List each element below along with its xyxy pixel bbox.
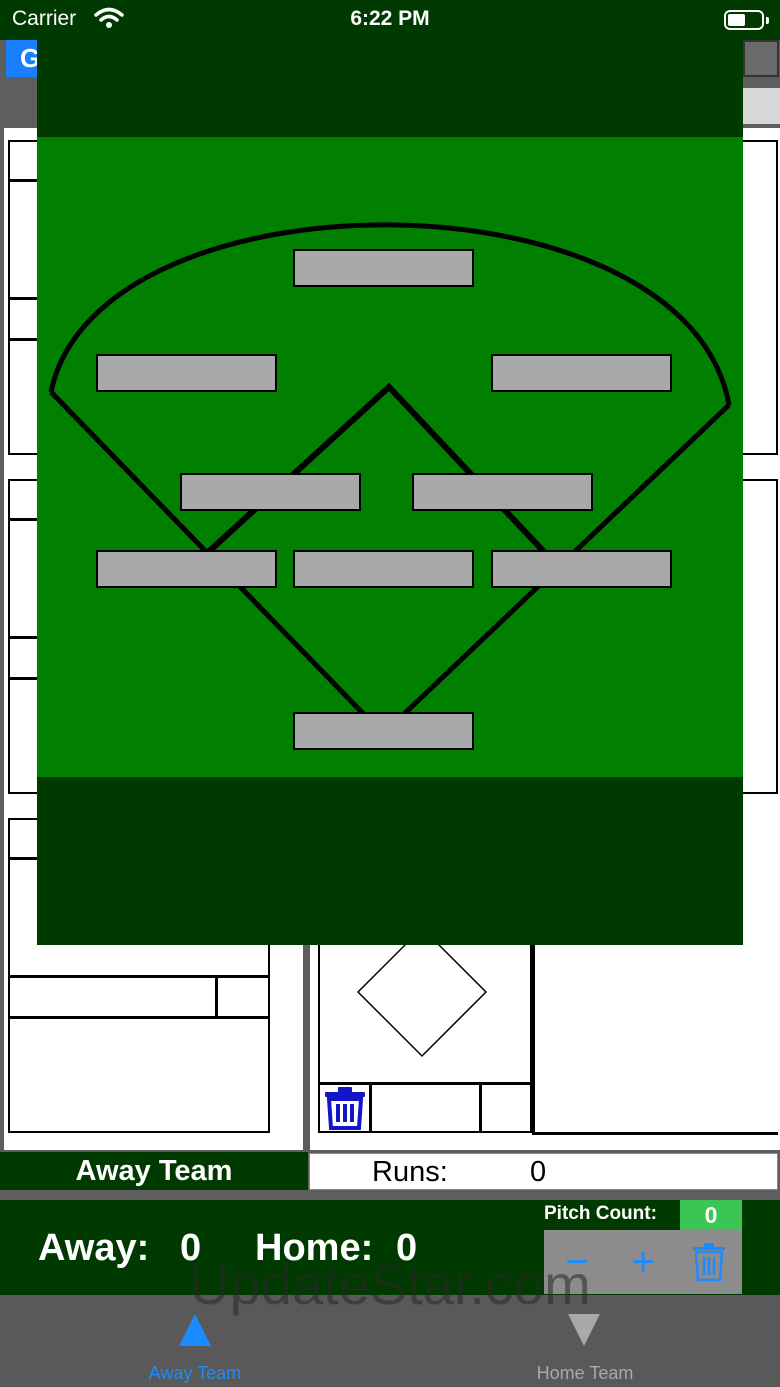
current-team-label: Away Team bbox=[0, 1152, 308, 1190]
runs-value: 0 bbox=[530, 1156, 547, 1188]
position-second-base[interactable] bbox=[412, 473, 593, 511]
trash-icon bbox=[325, 1087, 365, 1130]
position-center-field[interactable] bbox=[293, 249, 474, 287]
tab-home-team-label: Home Team bbox=[536, 1363, 634, 1383]
overlay-header bbox=[37, 40, 743, 137]
field-diagram bbox=[37, 137, 743, 777]
triangle-down-icon bbox=[568, 1314, 600, 1346]
clear-at-bat-button[interactable] bbox=[321, 1084, 369, 1132]
position-left-field[interactable] bbox=[96, 354, 277, 392]
triangle-up-icon bbox=[179, 1314, 211, 1346]
baseball-field-lines bbox=[48, 222, 732, 736]
position-catcher[interactable] bbox=[293, 712, 474, 750]
position-pitcher[interactable] bbox=[293, 550, 474, 588]
runs-display: Runs: 0 bbox=[309, 1153, 778, 1190]
status-bar: Carrier 6:22 PM bbox=[0, 0, 780, 40]
tab-away-team-label: Away Team bbox=[148, 1363, 242, 1383]
pitch-count-value: 0 bbox=[680, 1200, 742, 1230]
toolbar-strip bbox=[743, 88, 780, 124]
pitch-count-label: Pitch Count: bbox=[544, 1203, 657, 1224]
position-third-base[interactable] bbox=[96, 550, 277, 588]
position-first-base[interactable] bbox=[491, 550, 672, 588]
watermark: UpdateStar.com bbox=[189, 1253, 591, 1316]
overlay-footer bbox=[37, 777, 743, 945]
base-diamond-icon bbox=[356, 926, 488, 1058]
clock-time: 6:22 PM bbox=[350, 7, 430, 30]
header-button-left[interactable]: G bbox=[6, 40, 40, 77]
position-shortstop[interactable] bbox=[180, 473, 361, 511]
battery-icon bbox=[724, 10, 769, 30]
header-button-right[interactable] bbox=[743, 40, 779, 77]
position-right-field[interactable] bbox=[491, 354, 672, 392]
runs-label: Runs: bbox=[372, 1156, 448, 1188]
